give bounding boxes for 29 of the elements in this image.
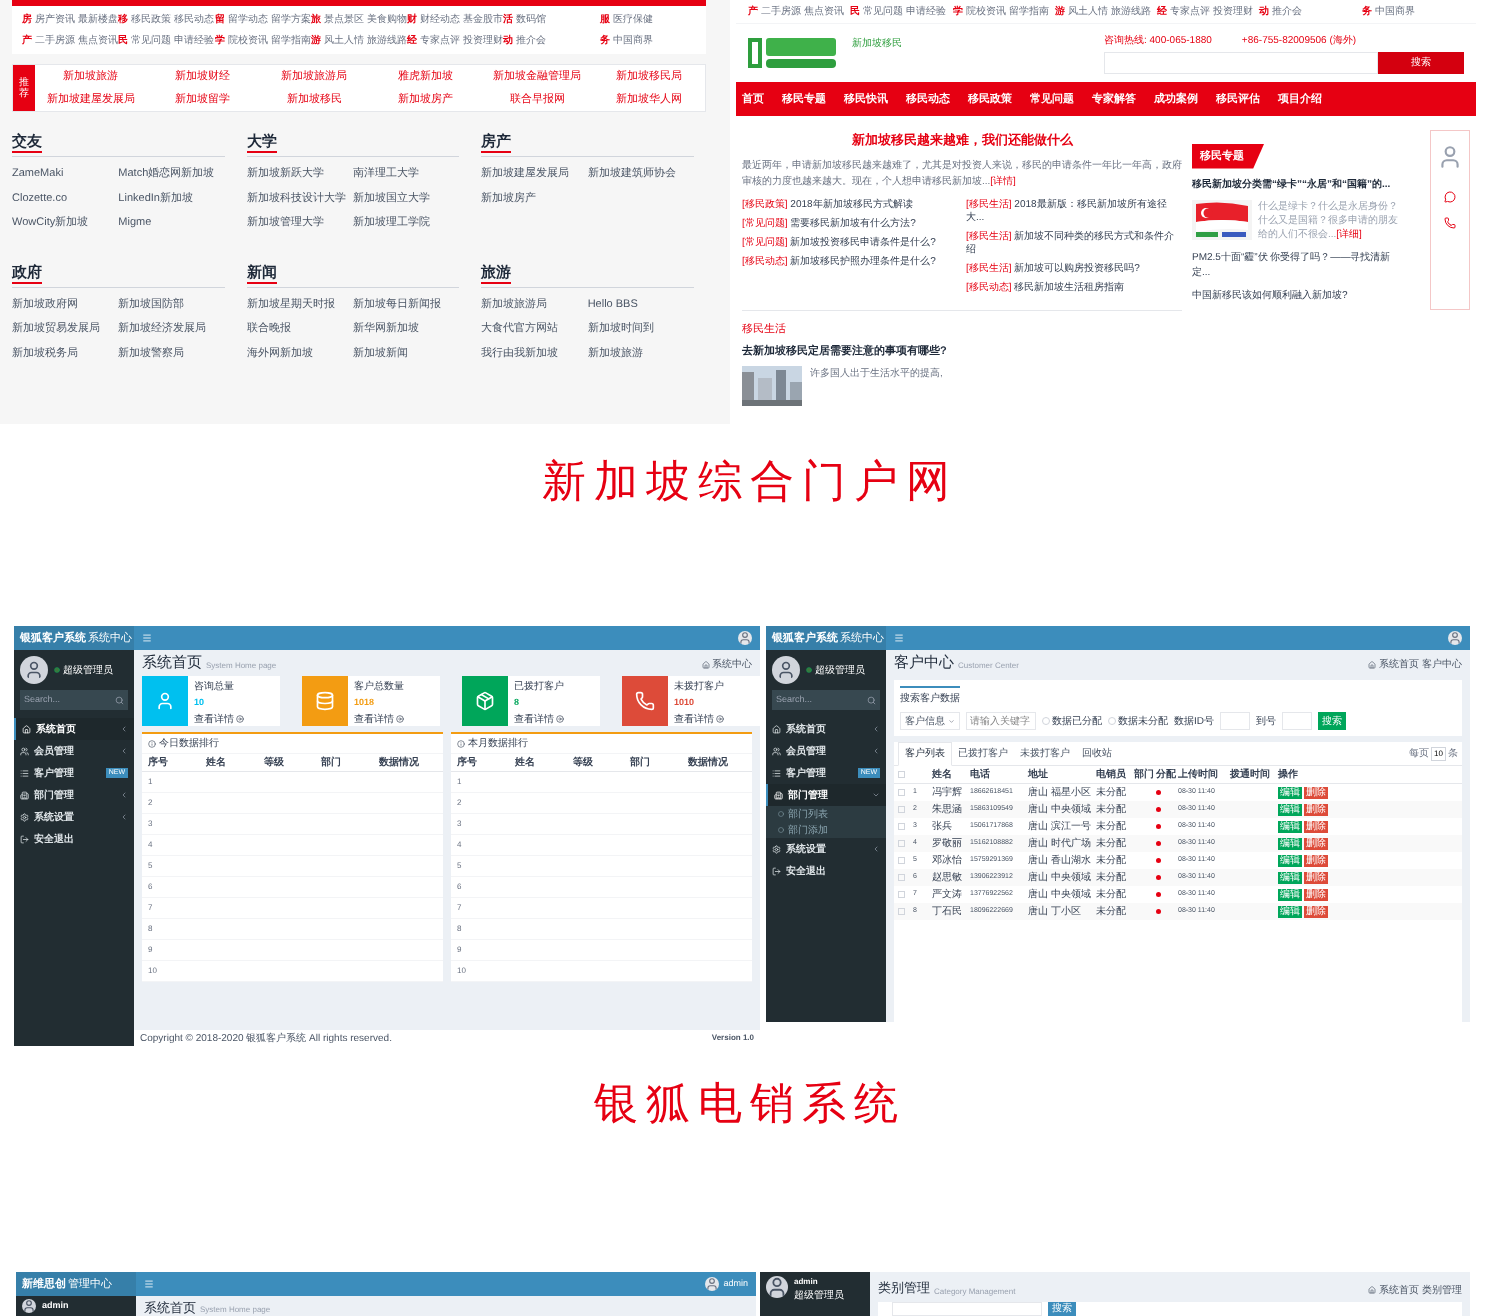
logo-icon: [748, 36, 838, 70]
avatar-icon: [738, 631, 752, 645]
caption: 银狐电销系统: [594, 1076, 906, 1126]
checkbox[interactable]: [898, 891, 905, 898]
avatar-icon: [772, 656, 800, 684]
checkbox[interactable]: [898, 874, 905, 881]
checkbox[interactable]: [898, 789, 905, 796]
checkbox[interactable]: [898, 823, 905, 830]
avatar-icon: [1448, 631, 1462, 645]
avatar-icon: [22, 1299, 36, 1313]
avatar-icon: [20, 656, 48, 684]
search-field[interactable]: [1104, 51, 1378, 74]
checkbox[interactable]: [898, 857, 905, 864]
avatar-icon: [766, 1276, 788, 1298]
caption: 新加坡综合门户网: [542, 454, 958, 504]
id-from-field[interactable]: [1220, 712, 1250, 730]
checkbox[interactable]: [898, 806, 905, 813]
stat-icon: [155, 691, 175, 711]
checkbox[interactable]: [898, 771, 905, 778]
search-field[interactable]: [892, 1301, 1042, 1316]
id-to-field[interactable]: [1282, 712, 1312, 730]
checkbox[interactable]: [898, 908, 905, 915]
stat-icon: [635, 691, 655, 711]
stat-icon: [475, 691, 495, 711]
online-status-icon: [54, 667, 60, 673]
avatar-icon: [705, 1277, 720, 1291]
stat-icon: [315, 691, 335, 711]
online-status-icon: [806, 667, 812, 673]
checkbox[interactable]: [898, 840, 905, 847]
